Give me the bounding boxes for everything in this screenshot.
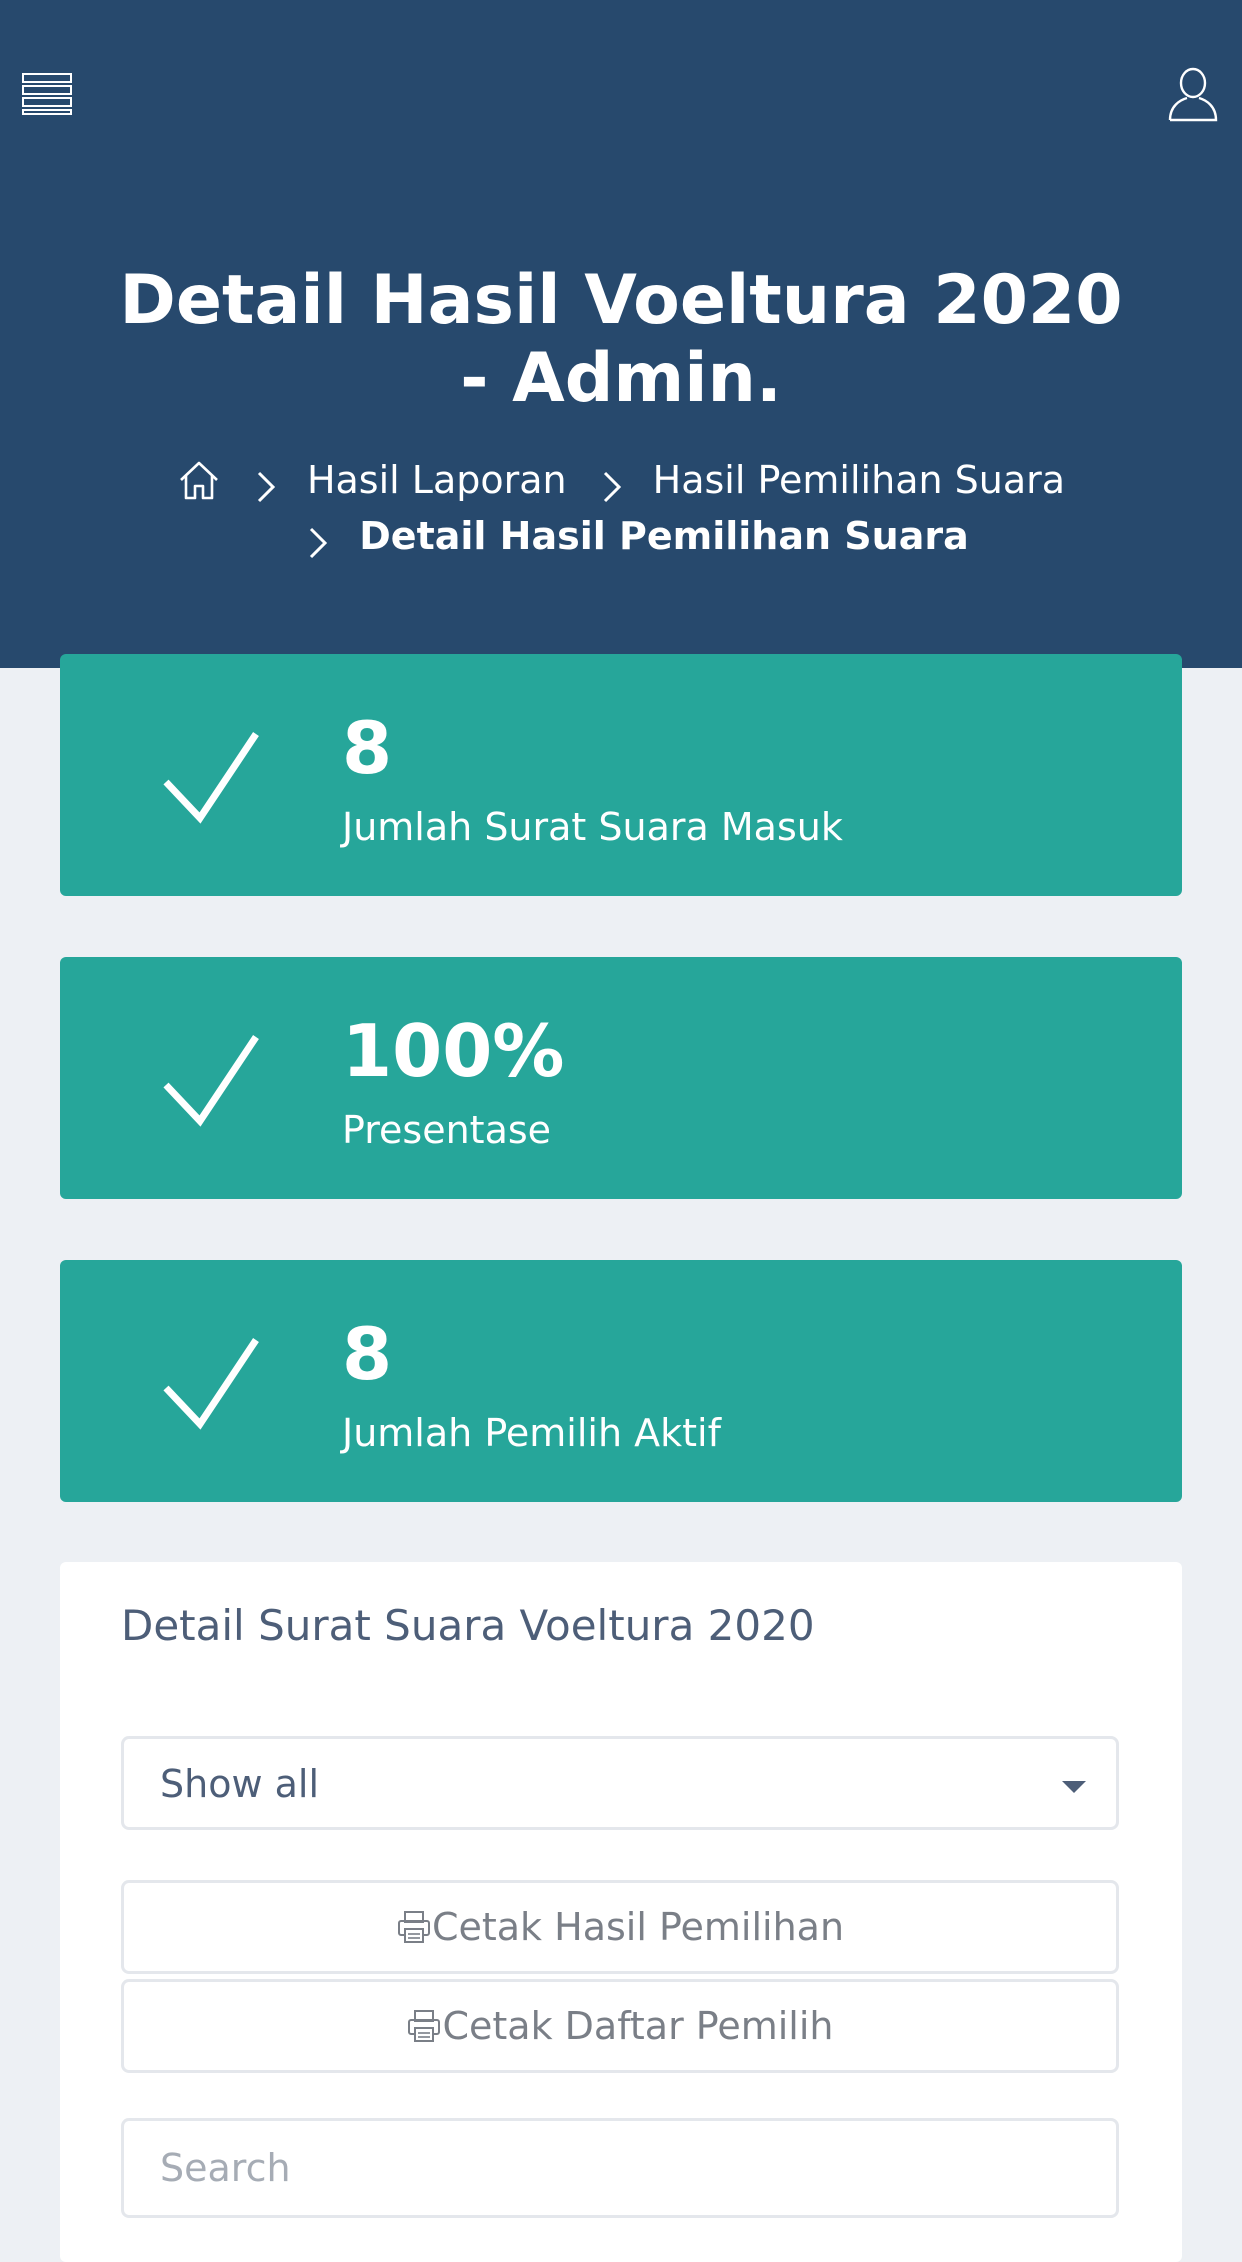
- search-input[interactable]: [121, 2118, 1119, 2218]
- printer-icon: [406, 2008, 442, 2044]
- stat-value: 8: [342, 1312, 393, 1396]
- chevron-right-icon: [601, 463, 625, 503]
- breadcrumb-item-hasil-laporan[interactable]: Hasil Laporan: [307, 452, 567, 508]
- print-voters-label: Cetak Daftar Pemilih: [442, 2004, 834, 2048]
- stat-value: 8: [342, 706, 393, 790]
- caret-down-icon: [1062, 1781, 1086, 1793]
- check-icon: [160, 720, 272, 832]
- check-icon: [160, 1326, 272, 1438]
- chevron-right-icon: [255, 463, 279, 503]
- check-icon: [160, 1023, 272, 1135]
- stat-label: Jumlah Pemilih Aktif: [342, 1411, 721, 1455]
- filter-select[interactable]: Show all: [121, 1736, 1119, 1830]
- stat-card-surat-suara-masuk: 8 Jumlah Surat Suara Masuk: [60, 654, 1182, 896]
- home-icon[interactable]: [177, 458, 221, 502]
- panel-title: Detail Surat Suara Voeltura 2020: [121, 1601, 815, 1650]
- print-results-label: Cetak Hasil Pemilihan: [431, 1905, 845, 1949]
- breadcrumb-item-hasil-pemilihan-suara[interactable]: Hasil Pemilihan Suara: [653, 452, 1065, 508]
- user-icon[interactable]: [1168, 66, 1218, 122]
- page-header: Detail Hasil Voeltura 2020 - Admin. Hasi…: [0, 0, 1242, 668]
- printer-icon: [396, 1909, 432, 1945]
- hamburger-menu-icon[interactable]: [22, 72, 74, 116]
- stat-card-presentase: 100% Presentase: [60, 957, 1182, 1199]
- stat-label: Jumlah Surat Suara Masuk: [342, 805, 843, 849]
- filter-selected-value: Show all: [160, 1762, 320, 1806]
- stat-card-pemilih-aktif: 8 Jumlah Pemilih Aktif: [60, 1260, 1182, 1502]
- chevron-right-icon: [307, 519, 331, 559]
- breadcrumb-item-current: Detail Hasil Pemilihan Suara: [359, 514, 969, 558]
- detail-panel: Detail Surat Suara Voeltura 2020 Show al…: [60, 1562, 1182, 2262]
- stat-value: 100%: [342, 1009, 565, 1093]
- print-voters-button[interactable]: Cetak Daftar Pemilih: [121, 1979, 1119, 2073]
- stat-label: Presentase: [342, 1108, 552, 1152]
- print-results-button[interactable]: Cetak Hasil Pemilihan: [121, 1880, 1119, 1974]
- breadcrumb: Hasil Laporan Hasil Pemilihan Suara Deta…: [100, 452, 1142, 564]
- page-title: Detail Hasil Voeltura 2020 - Admin.: [119, 261, 1123, 418]
